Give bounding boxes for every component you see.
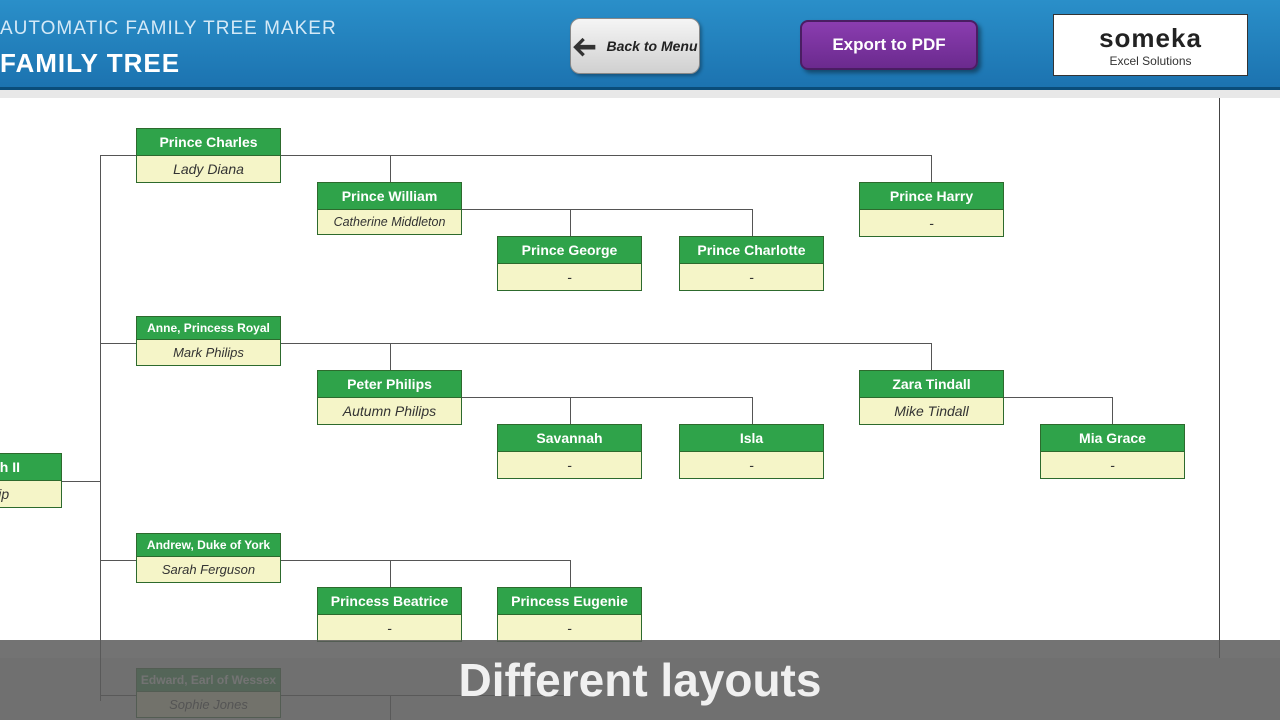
app-title: AUTOMATIC FAMILY TREE MAKER	[0, 18, 337, 40]
page-title: FAMILY TREE	[0, 48, 180, 79]
back-label: Back to Menu	[606, 38, 697, 55]
person-card: Zara Tindall Mike Tindall	[859, 370, 1004, 425]
back-to-menu-button[interactable]: Back to Menu	[570, 18, 700, 74]
person-card: Prince William Catherine Middleton	[317, 182, 462, 235]
person-card: Mia Grace -	[1040, 424, 1185, 479]
back-arrow-icon	[572, 32, 600, 60]
person-card: Savannah -	[497, 424, 642, 479]
person-card: Peter Philips Autumn Philips	[317, 370, 462, 425]
tree-canvas: zabeth II Philip Prince Charles Lady Dia…	[0, 98, 1280, 658]
export-pdf-button[interactable]: Export to PDF	[800, 20, 978, 70]
caption-text: Different layouts	[459, 653, 822, 707]
person-card: Prince Charles Lady Diana	[136, 128, 281, 183]
header: AUTOMATIC FAMILY TREE MAKER FAMILY TREE …	[0, 0, 1280, 90]
caption-overlay: Different layouts	[0, 640, 1280, 720]
person-card: Princess Beatrice -	[317, 587, 462, 642]
person-card: Anne, Princess Royal Mark Philips	[136, 316, 281, 366]
person-card: zabeth II Philip	[0, 453, 62, 508]
person-card: Princess Eugenie -	[497, 587, 642, 642]
person-card: Andrew, Duke of York Sarah Ferguson	[136, 533, 281, 583]
person-card: Prince Charlotte -	[679, 236, 824, 291]
someka-logo: someka Excel Solutions	[1053, 14, 1248, 76]
person-card: Isla -	[679, 424, 824, 479]
person-card: Prince Harry -	[859, 182, 1004, 237]
person-card: Prince George -	[497, 236, 642, 291]
